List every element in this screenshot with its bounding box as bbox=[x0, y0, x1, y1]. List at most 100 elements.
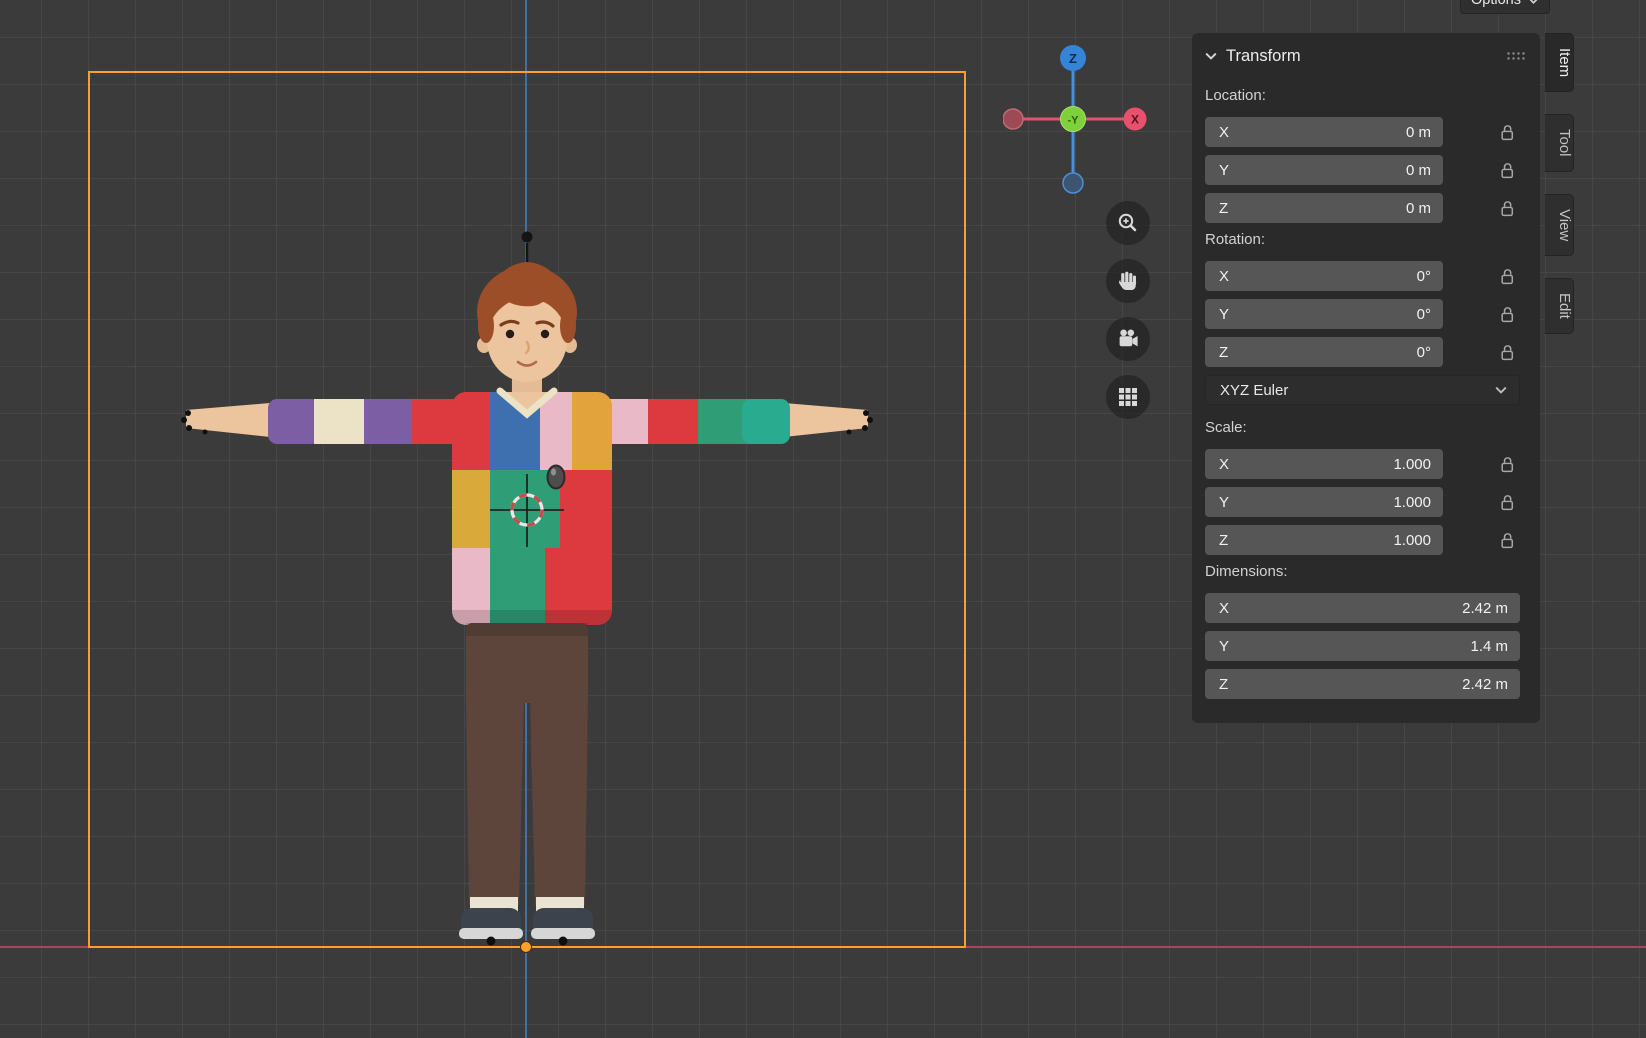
viewport-tools bbox=[1106, 201, 1150, 419]
gizmo-z-label: Z bbox=[1069, 51, 1077, 66]
tab-view[interactable]: View bbox=[1545, 194, 1574, 256]
camera-view-button[interactable] bbox=[1106, 317, 1150, 361]
rotation-mode-dropdown[interactable]: XYZ Euler bbox=[1205, 375, 1520, 405]
chevron-down-icon bbox=[1205, 52, 1217, 60]
dimensions-y-field[interactable]: Y 1.4 m bbox=[1205, 631, 1520, 661]
panel-header[interactable]: Transform bbox=[1205, 41, 1528, 71]
dimensions-x-row: X 2.42 m bbox=[1205, 593, 1528, 623]
lock-icon[interactable] bbox=[1500, 343, 1520, 361]
hand-icon bbox=[1117, 270, 1139, 292]
axis-value: 1.000 bbox=[1393, 456, 1431, 473]
rotation-z-field[interactable]: Z 0° bbox=[1205, 337, 1443, 367]
dimensions-z-field[interactable]: Z 2.42 m bbox=[1205, 669, 1520, 699]
location-z-row: Z 0 m bbox=[1205, 193, 1528, 223]
location-y-field[interactable]: Y 0 m bbox=[1205, 155, 1443, 185]
axis-value: 1.4 m bbox=[1470, 638, 1508, 655]
rotation-label: Rotation: bbox=[1205, 231, 1528, 253]
scale-x-field[interactable]: X 1.000 bbox=[1205, 449, 1443, 479]
dimensions-label: Dimensions: bbox=[1205, 563, 1528, 585]
axis-label: Y bbox=[1219, 638, 1229, 655]
axis-label: Z bbox=[1219, 532, 1228, 549]
dimensions-y-row: Y 1.4 m bbox=[1205, 631, 1528, 661]
location-z-field[interactable]: Z 0 m bbox=[1205, 193, 1443, 223]
tab-tool[interactable]: Tool bbox=[1545, 114, 1574, 172]
grid-ortho-button[interactable] bbox=[1106, 375, 1150, 419]
scale-y-row: Y 1.000 bbox=[1205, 487, 1528, 517]
lock-icon[interactable] bbox=[1500, 199, 1520, 217]
panel-title: Transform bbox=[1226, 47, 1301, 66]
tab-item[interactable]: Item bbox=[1545, 33, 1574, 92]
chest-pendant bbox=[548, 466, 565, 489]
right-hand bbox=[784, 403, 868, 437]
axis-value: 0° bbox=[1417, 344, 1431, 361]
lock-icon[interactable] bbox=[1500, 493, 1520, 511]
gizmo-neg-x-ball[interactable] bbox=[1003, 109, 1023, 129]
axis-label: X bbox=[1219, 124, 1229, 141]
rotation-x-row: X 0° bbox=[1205, 261, 1528, 291]
rotation-y-row: Y 0° bbox=[1205, 299, 1528, 329]
axis-value: 0 m bbox=[1406, 200, 1431, 217]
lock-icon[interactable] bbox=[1500, 531, 1520, 549]
transform-panel: Transform Location: X 0 m Y 0 m Z 0 bbox=[1192, 33, 1540, 723]
axis-label: Z bbox=[1219, 344, 1228, 361]
scale-label: Scale: bbox=[1205, 419, 1528, 441]
sweater-torso bbox=[452, 392, 612, 625]
axis-label: Y bbox=[1219, 494, 1229, 511]
3d-viewport[interactable]: X Z -Y bbox=[0, 0, 1646, 1038]
axis-label: X bbox=[1219, 268, 1229, 285]
zoom-button[interactable] bbox=[1106, 201, 1150, 245]
chevron-down-icon bbox=[1495, 386, 1507, 394]
scale-y-field[interactable]: Y 1.000 bbox=[1205, 487, 1443, 517]
drag-handle-icon[interactable] bbox=[1506, 51, 1526, 61]
lock-icon[interactable] bbox=[1500, 161, 1520, 179]
head bbox=[477, 262, 577, 382]
axis-value: 2.42 m bbox=[1462, 676, 1508, 693]
axis-value: 1.000 bbox=[1393, 494, 1431, 511]
camera-icon bbox=[1117, 328, 1139, 350]
gizmo-x-label: X bbox=[1131, 113, 1139, 127]
scale-z-row: Z 1.000 bbox=[1205, 525, 1528, 555]
axis-value: 0° bbox=[1417, 268, 1431, 285]
dimensions-x-field[interactable]: X 2.42 m bbox=[1205, 593, 1520, 623]
axis-label: Z bbox=[1219, 676, 1228, 693]
rotation-y-field[interactable]: Y 0° bbox=[1205, 299, 1443, 329]
axis-label: Y bbox=[1219, 306, 1229, 323]
scale-z-field[interactable]: Z 1.000 bbox=[1205, 525, 1443, 555]
axis-label: X bbox=[1219, 600, 1229, 617]
magnifier-plus-icon bbox=[1117, 212, 1139, 234]
chevron-down-icon bbox=[1528, 0, 1539, 4]
axis-label: Z bbox=[1219, 200, 1228, 217]
object-origin-dot bbox=[520, 941, 532, 953]
axis-label: Y bbox=[1219, 162, 1229, 179]
gizmo-neg-y-label: -Y bbox=[1068, 115, 1080, 127]
grid-icon bbox=[1118, 387, 1138, 407]
location-y-row: Y 0 m bbox=[1205, 155, 1528, 185]
pan-button[interactable] bbox=[1106, 259, 1150, 303]
dimensions-z-row: Z 2.42 m bbox=[1205, 669, 1528, 699]
sidebar-tab-strip: Item Tool View Edit bbox=[1545, 33, 1574, 334]
head-rig-handle bbox=[522, 232, 533, 264]
options-button[interactable]: Options bbox=[1460, 0, 1550, 14]
axis-value: 0° bbox=[1417, 306, 1431, 323]
navigation-gizmo[interactable]: X Z -Y bbox=[1003, 44, 1153, 196]
axis-value: 2.42 m bbox=[1462, 600, 1508, 617]
location-label: Location: bbox=[1205, 87, 1528, 109]
axis-label: X bbox=[1219, 456, 1229, 473]
gizmo-neg-z-ball[interactable] bbox=[1063, 173, 1083, 193]
shoes bbox=[459, 897, 595, 946]
axis-value: 0 m bbox=[1406, 124, 1431, 141]
axis-value: 1.000 bbox=[1393, 532, 1431, 549]
lock-icon[interactable] bbox=[1500, 305, 1520, 323]
tab-edit[interactable]: Edit bbox=[1545, 278, 1574, 334]
axis-value: 0 m bbox=[1406, 162, 1431, 179]
rotation-x-field[interactable]: X 0° bbox=[1205, 261, 1443, 291]
lock-icon[interactable] bbox=[1500, 267, 1520, 285]
scale-x-row: X 1.000 bbox=[1205, 449, 1528, 479]
lock-icon[interactable] bbox=[1500, 455, 1520, 473]
options-label: Options bbox=[1471, 0, 1521, 8]
left-hand bbox=[186, 403, 270, 437]
location-x-field[interactable]: X 0 m bbox=[1205, 117, 1443, 147]
location-x-row: X 0 m bbox=[1205, 117, 1528, 147]
rotation-mode-value: XYZ Euler bbox=[1220, 382, 1288, 399]
lock-icon[interactable] bbox=[1500, 123, 1520, 141]
